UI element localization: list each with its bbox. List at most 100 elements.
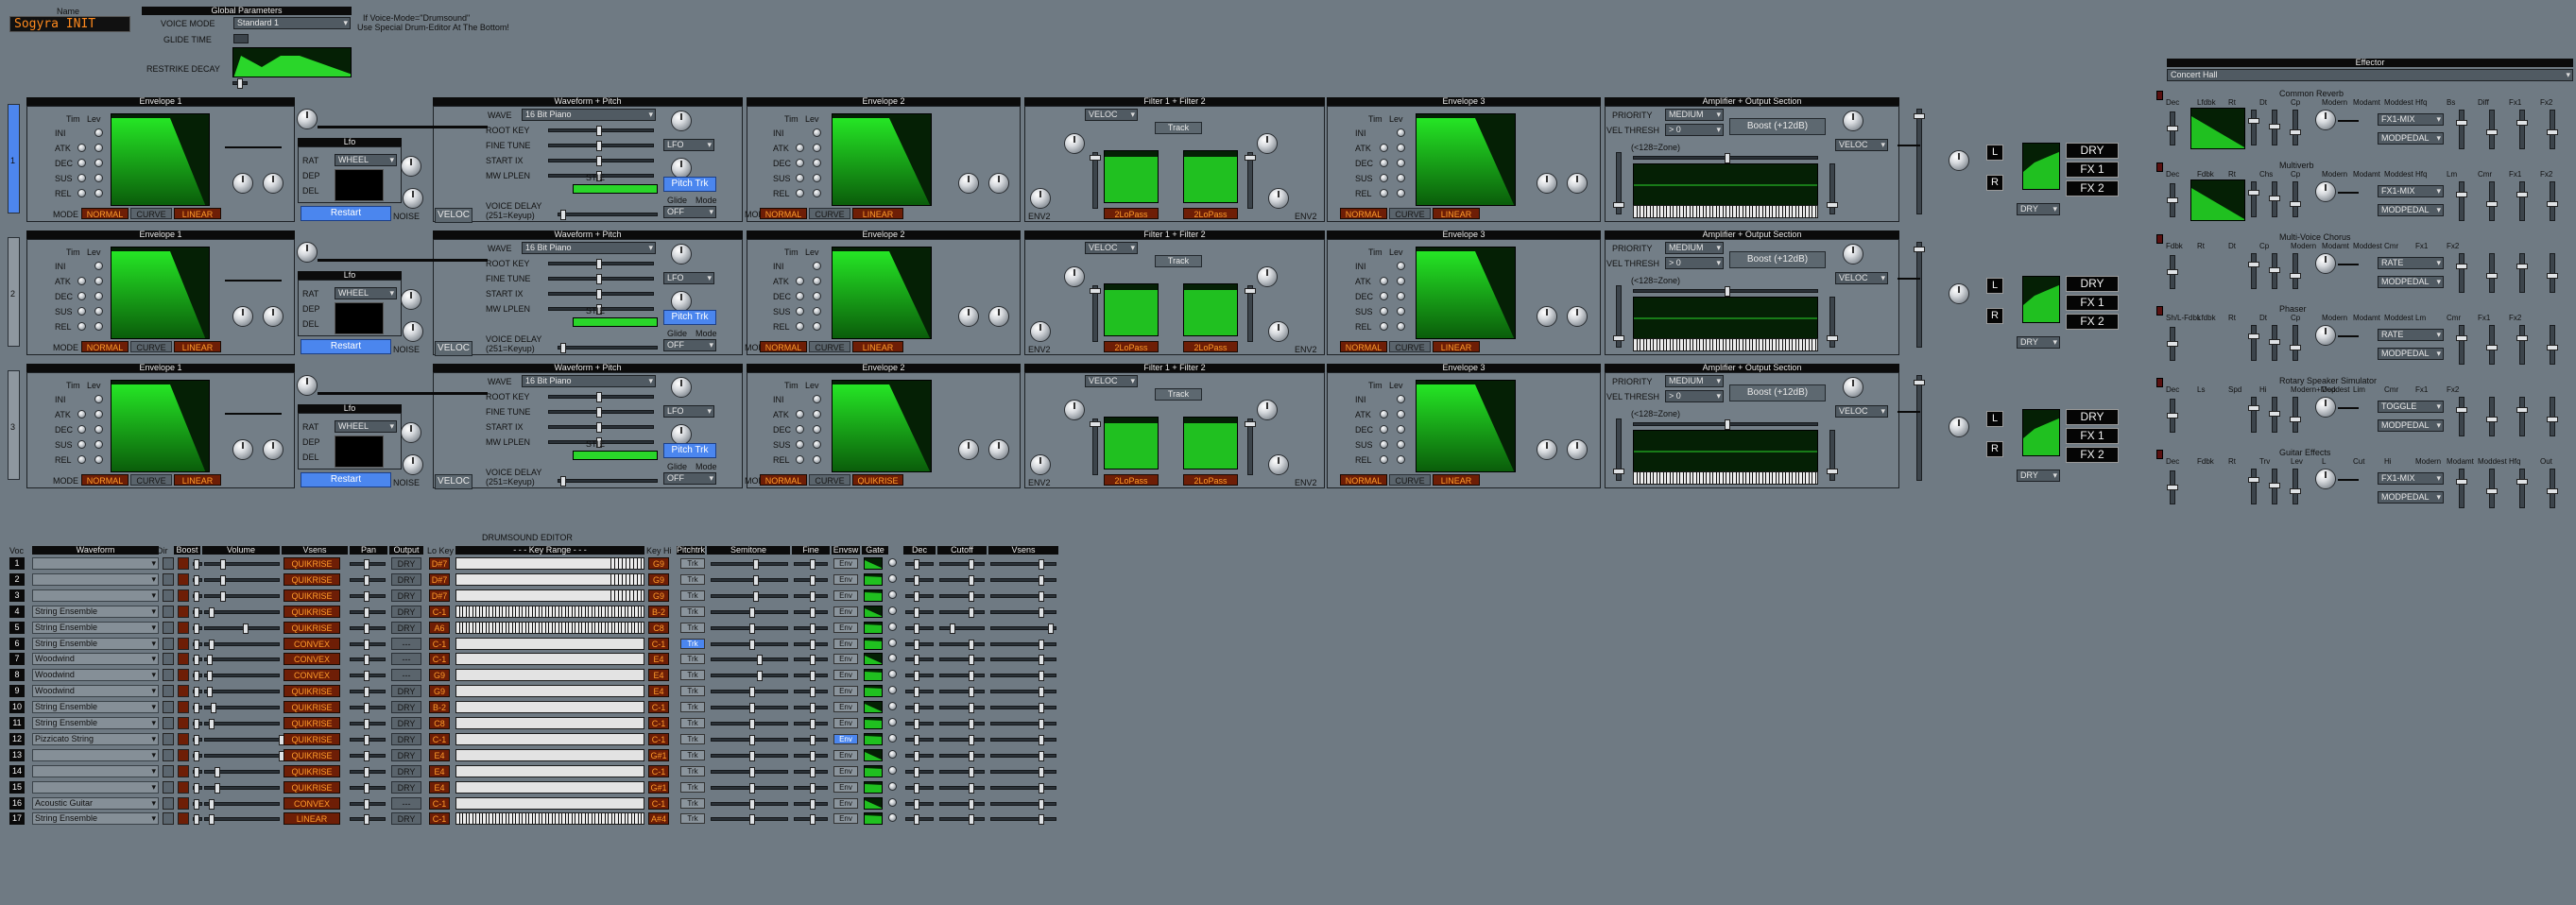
- envelope2-curve-type[interactable]: LINEAR: [852, 341, 903, 352]
- ds-vsens-slider[interactable]: [990, 798, 1056, 810]
- pitch-trk-button[interactable]: Pitch Trk: [663, 177, 716, 192]
- effector-left-slider[interactable]: [2167, 111, 2178, 145]
- effector-left-slider[interactable]: [2167, 327, 2178, 361]
- ds-output-tag[interactable]: DRY: [391, 589, 421, 602]
- effector-mod-knob[interactable]: [2315, 110, 2336, 130]
- ds-key-range[interactable]: [455, 685, 644, 698]
- effector-mod-knob[interactable]: [2315, 325, 2336, 346]
- ds-dec-slider[interactable]: [905, 719, 934, 729]
- ds-volume-slider[interactable]: [204, 687, 280, 698]
- voice-delay-slider[interactable]: [558, 210, 658, 220]
- envelope2-mode[interactable]: NORMAL: [760, 474, 807, 486]
- effector-right-slider[interactable]: [2516, 110, 2528, 149]
- effector-select-2[interactable]: MODPEDAL: [2378, 419, 2444, 432]
- env3-dec-time-knob[interactable]: [1380, 159, 1388, 167]
- filter-env-knob[interactable]: [1030, 454, 1051, 475]
- ds-boost-slider[interactable]: [193, 687, 202, 698]
- effector-right-slider[interactable]: [2516, 181, 2528, 221]
- ds-pitchtrk-button[interactable]: Trk: [680, 622, 705, 633]
- envelope3-rate-knob[interactable]: [1567, 173, 1588, 194]
- ds-semitone-slider[interactable]: [711, 590, 788, 602]
- ds-hi-key[interactable]: G9: [648, 572, 669, 586]
- priority-select[interactable]: MEDIUM: [1665, 242, 1724, 254]
- amp-source-select[interactable]: VELOC: [1835, 139, 1888, 151]
- dec-level-knob[interactable]: [94, 292, 103, 300]
- ds-volume-slider[interactable]: [204, 655, 280, 666]
- env2-atk-level-knob[interactable]: [813, 410, 821, 418]
- effector-mod-knob[interactable]: [2315, 397, 2336, 418]
- effector-right-slider[interactable]: [2486, 253, 2498, 293]
- restrike-decay-slider[interactable]: [232, 78, 248, 89]
- vel-thresh-select[interactable]: > 0: [1665, 257, 1724, 269]
- dec-level-knob[interactable]: [94, 159, 103, 167]
- ds-boost-toggle[interactable]: [178, 748, 189, 761]
- veloc-button[interactable]: VELOC: [435, 474, 472, 489]
- ds-pan-slider[interactable]: [350, 639, 386, 650]
- ds-boost-toggle[interactable]: [178, 812, 189, 826]
- rel-level-knob[interactable]: [94, 322, 103, 331]
- ds-fine-slider[interactable]: [794, 734, 828, 745]
- ds-boost-toggle[interactable]: [178, 732, 189, 745]
- fine-tune-slider[interactable]: [548, 274, 654, 284]
- ds-vsens-slider[interactable]: [990, 750, 1056, 761]
- envelope3-amount-knob[interactable]: [1537, 439, 1557, 460]
- rel-level-knob[interactable]: [94, 455, 103, 464]
- ds-dec-slider[interactable]: [905, 798, 934, 810]
- envelope2-curve-type[interactable]: LINEAR: [852, 208, 903, 219]
- ds-vsens-tag[interactable]: QUIKRISE: [283, 589, 340, 602]
- ds-boost-toggle[interactable]: [178, 669, 189, 682]
- ds-fine-slider[interactable]: [794, 574, 828, 586]
- ds-pitchtrk-button[interactable]: Trk: [680, 589, 705, 601]
- envelope1-link-knob[interactable]: [297, 375, 318, 396]
- effector-right-slider[interactable]: [2456, 469, 2467, 508]
- amp-level-knob[interactable]: [1843, 377, 1863, 398]
- amp-source-select[interactable]: VELOC: [1835, 272, 1888, 284]
- ds-gate-knob[interactable]: [888, 670, 897, 679]
- filter2-type[interactable]: 2LoPass: [1183, 341, 1238, 352]
- ds-vsens-tag[interactable]: QUIKRISE: [283, 748, 340, 761]
- ds-pan-slider[interactable]: [350, 687, 386, 698]
- rel-time-knob[interactable]: [77, 455, 86, 464]
- dec-time-knob[interactable]: [77, 292, 86, 300]
- ds-boost-slider[interactable]: [193, 639, 202, 650]
- envelope3-curve-type[interactable]: LINEAR: [1433, 208, 1480, 219]
- ds-dec-slider[interactable]: [905, 734, 934, 745]
- ds-hi-key[interactable]: C-1: [648, 732, 669, 745]
- ini-level-knob[interactable]: [94, 128, 103, 137]
- filter-mod-knob[interactable]: [1064, 266, 1085, 287]
- priority-select[interactable]: MEDIUM: [1665, 109, 1724, 121]
- envelope1-mode[interactable]: NORMAL: [81, 208, 129, 219]
- ds-fine-slider[interactable]: [794, 639, 828, 650]
- ds-semitone-slider[interactable]: [711, 574, 788, 586]
- ds-key-range[interactable]: [455, 669, 644, 682]
- effector-row-led[interactable]: [2156, 234, 2163, 244]
- ds-lo-key[interactable]: C-1: [429, 796, 450, 810]
- ds-pan-slider[interactable]: [350, 798, 386, 810]
- envelope1-link-knob[interactable]: [297, 242, 318, 263]
- effector-left-slider[interactable]: [2167, 255, 2178, 289]
- ds-hi-key[interactable]: G9: [648, 557, 669, 570]
- env3-rel-time-knob[interactable]: [1380, 455, 1388, 464]
- effector-right-slider[interactable]: [2456, 325, 2467, 365]
- pan-knob[interactable]: [1949, 417, 1969, 437]
- ds-pan-slider[interactable]: [350, 623, 386, 634]
- output-fx2[interactable]: FX 2: [2066, 180, 2119, 196]
- pan-knob[interactable]: [1949, 150, 1969, 171]
- root-key-slider[interactable]: [548, 259, 654, 269]
- effector-param-slider[interactable]: [2248, 325, 2259, 361]
- atk-time-knob[interactable]: [77, 410, 86, 418]
- env3-ini-level-knob[interactable]: [1397, 395, 1405, 403]
- ds-output-tag[interactable]: DRY: [391, 780, 421, 794]
- envelope1-rate-knob[interactable]: [263, 306, 283, 327]
- effector-select-2[interactable]: MODPEDAL: [2378, 491, 2444, 504]
- ds-key-range[interactable]: [455, 717, 644, 729]
- lfo-output-knob[interactable]: [401, 156, 421, 177]
- ds-envsw-button[interactable]: Env: [833, 813, 858, 825]
- effector-right-slider[interactable]: [2547, 469, 2558, 508]
- ds-boost-toggle[interactable]: [178, 685, 189, 698]
- ini-level-knob[interactable]: [94, 262, 103, 270]
- amp-level-knob[interactable]: [1843, 111, 1863, 131]
- ds-volume-slider[interactable]: [204, 798, 280, 810]
- ds-waveform-select[interactable]: Woodwind: [32, 653, 159, 666]
- output-level-slider[interactable]: [1914, 375, 1925, 481]
